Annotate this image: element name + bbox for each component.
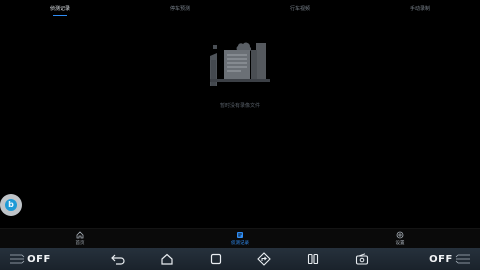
assistant-button[interactable]: b [0, 194, 22, 216]
active-tab-indicator [53, 14, 67, 16]
empty-city-document-icon [210, 42, 270, 86]
nav-item-detection-records[interactable]: 侦测记录 [160, 229, 320, 248]
navigation-button[interactable] [254, 249, 274, 269]
record-icon [237, 232, 243, 238]
tab-label: 停车预测 [169, 5, 190, 12]
radio-button[interactable] [352, 249, 372, 269]
left-climate-control[interactable]: OFF [0, 248, 60, 270]
home-icon [76, 231, 84, 239]
tab-parking-monitor[interactable]: 停车预测 [120, 0, 240, 16]
nav-label-detection-records: 侦测记录 [231, 241, 249, 246]
tab-manual-recording[interactable]: 手动录制 [360, 0, 480, 16]
empty-state-message: 暂时没有录像文件 [219, 103, 260, 109]
nav-item-home[interactable]: 首页 [0, 229, 160, 248]
assistant-bubble-icon: b [5, 199, 17, 211]
right-fan-icon [455, 254, 470, 264]
nav-item-settings[interactable]: 设置 [320, 229, 480, 248]
radio-icon [355, 253, 368, 265]
tab-detection-records[interactable]: 侦测记录 [0, 0, 120, 16]
right-climate-status: OFF [429, 253, 453, 265]
tab-label: 手动录制 [409, 5, 430, 12]
recents-icon [210, 253, 221, 265]
system-bar: OFF OFF [0, 248, 480, 270]
tab-label: 行车视频 [289, 5, 310, 12]
left-climate-status: OFF [27, 253, 51, 265]
nav-label-home: 首页 [75, 241, 85, 246]
nav-label-settings: 设置 [395, 241, 405, 246]
navigation-icon [257, 252, 272, 266]
settings-icon [396, 231, 404, 239]
top-tab-bar: 侦测记录 停车预测 行车视频 手动录制 [0, 0, 480, 16]
left-fan-icon [10, 254, 25, 264]
assistant-glyph: b [8, 200, 14, 209]
right-climate-control[interactable]: OFF [420, 248, 480, 270]
home-icon [161, 253, 173, 265]
system-buttons [60, 249, 420, 269]
recents-button[interactable] [206, 249, 226, 269]
back-icon [111, 254, 125, 265]
split-screen-icon [307, 253, 319, 265]
empty-state: 暂时没有录像文件 [200, 36, 280, 112]
tab-driving-video[interactable]: 行车视频 [240, 0, 360, 16]
app-bottom-nav: 首页 侦测记录 设置 [0, 228, 480, 248]
split-screen-button[interactable] [303, 249, 323, 269]
home-button[interactable] [157, 249, 177, 269]
tab-label: 侦测记录 [49, 5, 70, 12]
back-button[interactable] [108, 249, 128, 269]
